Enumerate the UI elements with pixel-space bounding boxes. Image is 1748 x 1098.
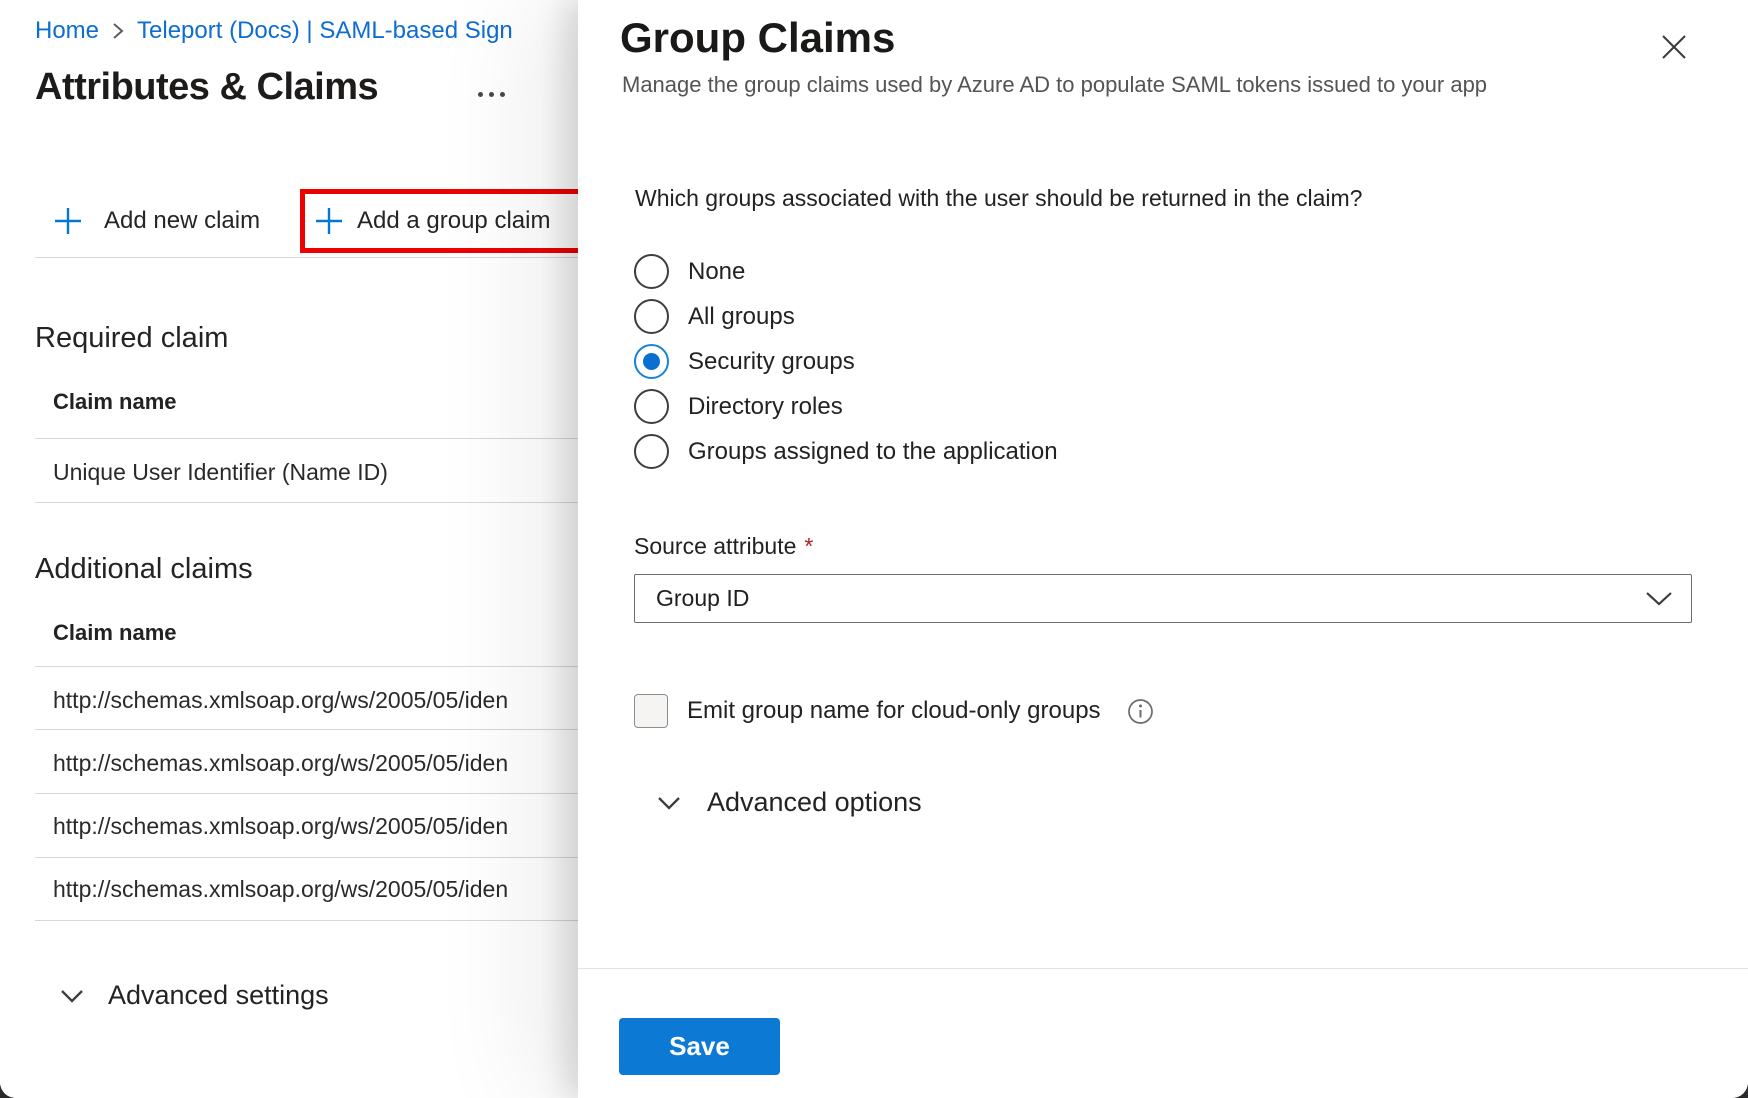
radio-option-directory-roles[interactable]: Directory roles [634, 389, 1058, 424]
breadcrumb-app-link[interactable]: Teleport (Docs) | SAML-based Sign [137, 17, 513, 45]
emit-group-name-label[interactable]: Emit group name for cloud-only groups [687, 697, 1101, 725]
radio-option-security-groups[interactable]: Security groups [634, 344, 1058, 379]
chevron-down-icon [60, 989, 84, 1003]
ellipsis-icon [478, 92, 483, 97]
required-asterisk: * [804, 533, 813, 559]
divider [35, 729, 578, 730]
panel-footer-divider [578, 968, 1748, 969]
groups-question-label: Which groups associated with the user sh… [635, 185, 1362, 212]
radio-option-all-groups[interactable]: All groups [634, 299, 1058, 334]
radio-circle-icon [634, 434, 669, 469]
advanced-settings-label: Advanced settings [108, 980, 329, 1011]
add-new-claim-label: Add new claim [104, 207, 260, 235]
radio-circle-icon [634, 344, 669, 379]
source-attribute-dropdown[interactable]: Group ID [634, 574, 1692, 623]
chevron-down-icon [1645, 591, 1673, 607]
divider [35, 666, 578, 667]
source-attribute-label: Source attribute* [634, 533, 813, 560]
chevron-right-icon [112, 21, 124, 41]
add-new-claim-button[interactable]: Add new claim [53, 206, 260, 236]
more-menu-button[interactable] [478, 92, 505, 97]
required-claim-column-header: Claim name [53, 389, 177, 415]
chevron-down-icon [657, 796, 681, 810]
panel-subtitle: Manage the group claims used by Azure AD… [622, 72, 1487, 98]
advanced-settings-toggle[interactable]: Advanced settings [60, 980, 329, 1011]
azure-portal-screen: Home Teleport (Docs) | SAML-based Sign A… [0, 0, 1748, 1098]
plus-icon [314, 206, 344, 236]
info-icon[interactable] [1127, 698, 1154, 725]
radio-option-none[interactable]: None [634, 254, 1058, 289]
advanced-options-toggle[interactable]: Advanced options [657, 787, 922, 818]
close-icon [1659, 32, 1689, 62]
plus-icon [53, 206, 83, 236]
additional-claims-heading: Additional claims [35, 553, 253, 586]
required-claim-row[interactable]: Unique User Identifier (Name ID) [53, 459, 578, 486]
radio-circle-icon [634, 299, 669, 334]
radio-option-groups-assigned[interactable]: Groups assigned to the application [634, 434, 1058, 469]
divider [35, 920, 578, 921]
divider [35, 502, 578, 503]
close-button[interactable] [1659, 32, 1689, 62]
divider [35, 438, 578, 439]
attributes-claims-page: Home Teleport (Docs) | SAML-based Sign A… [0, 0, 578, 1098]
dropdown-selected-value: Group ID [656, 585, 749, 612]
group-type-radio-group: None All groups Security groups Director… [634, 254, 1058, 479]
divider [35, 857, 578, 858]
additional-claim-row[interactable]: http://schemas.xmlsoap.org/ws/2005/05/id… [53, 687, 578, 714]
breadcrumb: Home Teleport (Docs) | SAML-based Sign [35, 17, 513, 45]
radio-circle-icon [634, 389, 669, 424]
required-claim-heading: Required claim [35, 322, 228, 355]
emit-group-name-checkbox[interactable] [634, 694, 668, 728]
radio-circle-icon [634, 254, 669, 289]
emit-group-name-row: Emit group name for cloud-only groups [634, 694, 1154, 728]
additional-claim-row[interactable]: http://schemas.xmlsoap.org/ws/2005/05/id… [53, 876, 578, 903]
breadcrumb-home-link[interactable]: Home [35, 17, 99, 45]
additional-claims-column-header: Claim name [53, 620, 177, 646]
additional-claim-row[interactable]: http://schemas.xmlsoap.org/ws/2005/05/id… [53, 813, 578, 840]
add-group-claim-button[interactable]: Add a group claim [314, 206, 550, 236]
divider [35, 257, 578, 258]
save-button[interactable]: Save [619, 1018, 780, 1075]
page-title: Attributes & Claims [35, 66, 378, 109]
add-group-claim-label: Add a group claim [357, 207, 550, 235]
divider [35, 793, 578, 794]
panel-title: Group Claims [620, 14, 895, 62]
group-claims-panel: Group Claims Manage the group claims use… [578, 0, 1748, 1098]
advanced-options-label: Advanced options [707, 787, 922, 818]
additional-claim-row[interactable]: http://schemas.xmlsoap.org/ws/2005/05/id… [53, 750, 578, 777]
